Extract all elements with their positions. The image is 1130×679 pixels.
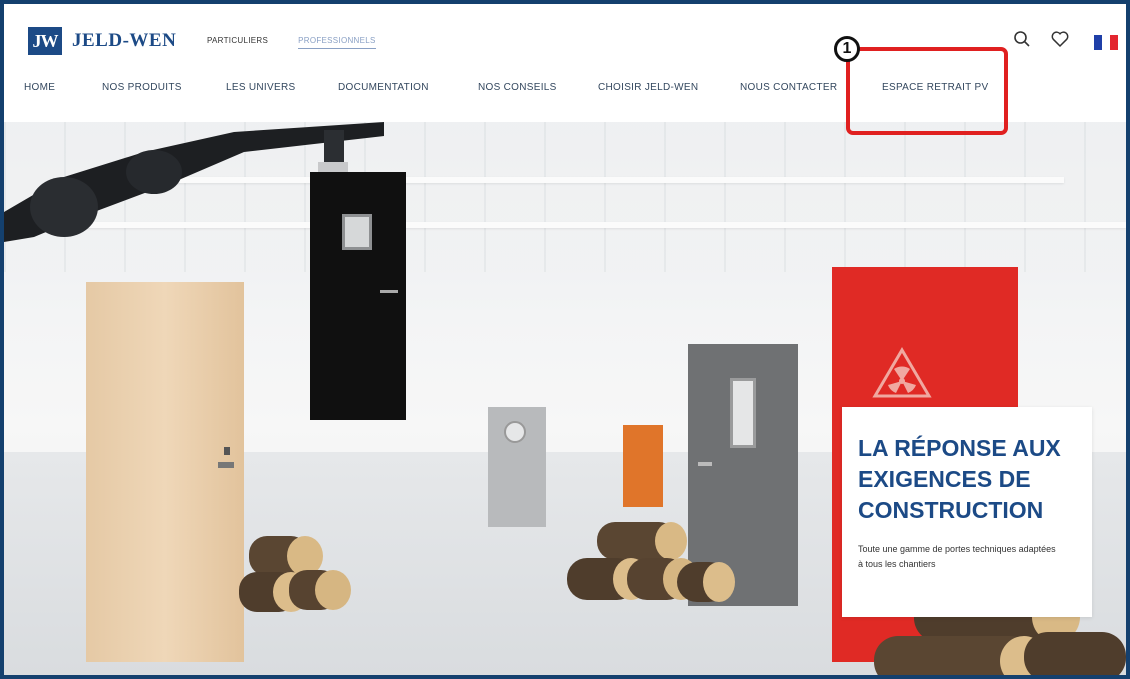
header-icons (1012, 29, 1070, 49)
nav-documentation[interactable]: DOCUMENTATION (338, 82, 429, 93)
audience-switch: PARTICULIERS PROFESSIONNELS (207, 36, 406, 49)
log-pile-image (567, 522, 735, 602)
audience-particuliers[interactable]: PARTICULIERS (207, 36, 268, 49)
annotation-badge: 1 (834, 36, 860, 62)
nav-nous-contacter[interactable]: NOUS CONTACTER (740, 82, 837, 93)
nav-nos-conseils[interactable]: NOS CONSEILS (478, 82, 557, 93)
hero-banner: LA RÉPONSE AUX EXIGENCES DE CONSTRUCTION… (4, 122, 1126, 675)
wood-door-image (86, 282, 244, 662)
audience-professionnels[interactable]: PROFESSIONNELS (298, 36, 376, 49)
hero-title-line: EXIGENCES DE (858, 466, 1031, 492)
hero-title: LA RÉPONSE AUX EXIGENCES DE CONSTRUCTION (858, 433, 1072, 526)
page-frame: JW JELD-WEN PARTICULIERS PROFESSIONNELS … (4, 4, 1126, 675)
grey-porthole-door-image (488, 407, 546, 527)
hero-title-line: CONSTRUCTION (858, 497, 1044, 523)
search-icon[interactable] (1012, 29, 1032, 49)
hero-title-line: LA RÉPONSE AUX (858, 435, 1061, 461)
nav-les-univers[interactable]: LES UNIVERS (226, 82, 295, 93)
annotation-highlight-box (846, 47, 1008, 135)
black-door-image (310, 172, 406, 420)
brand-logo[interactable]: JW JELD-WEN (28, 27, 176, 55)
radiation-icon (872, 347, 932, 398)
brand-name: JELD-WEN (72, 30, 177, 51)
logo-mark: JW (28, 27, 62, 55)
hero-subtitle: Toute une gamme de portes techniques ada… (858, 544, 1056, 569)
log-pile-image (239, 536, 351, 612)
hero-card: LA RÉPONSE AUX EXIGENCES DE CONSTRUCTION… (842, 407, 1092, 617)
nav-choisir-jeld-wen[interactable]: CHOISIR JELD-WEN (598, 82, 698, 93)
french-flag-icon[interactable] (1094, 35, 1118, 50)
heart-icon[interactable] (1050, 29, 1070, 49)
nav-home[interactable]: HOME (24, 82, 55, 93)
orange-door-image (623, 425, 663, 507)
nav-nos-produits[interactable]: NOS PRODUITS (102, 82, 182, 93)
